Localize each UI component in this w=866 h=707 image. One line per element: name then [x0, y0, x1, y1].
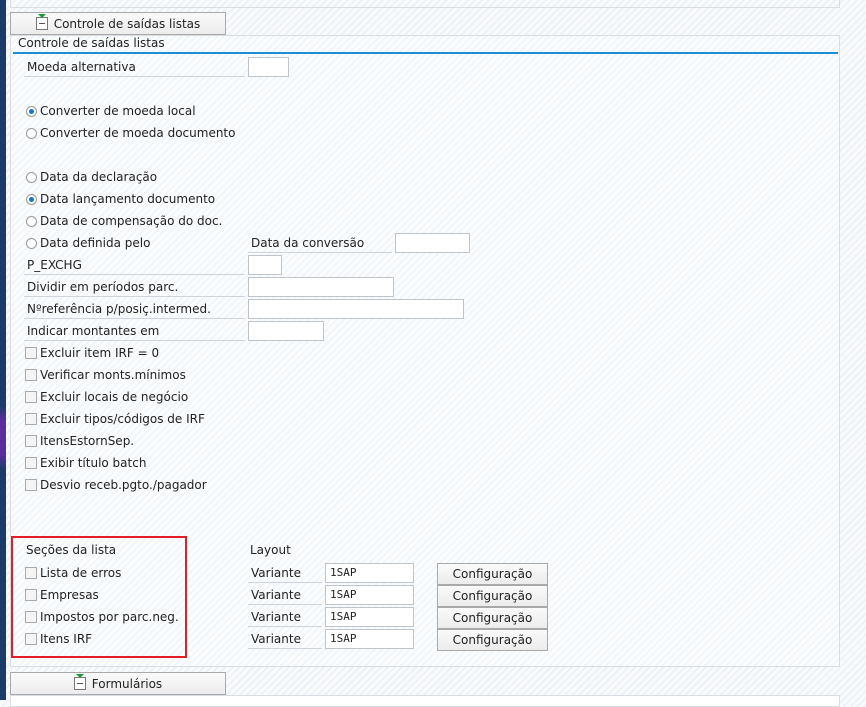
radio-icon [26, 127, 37, 139]
moeda-alternativa-input[interactable] [248, 57, 289, 77]
variante-input[interactable]: 1SAP [325, 585, 414, 605]
formularios-section-button[interactable]: Formulários [10, 672, 226, 695]
data-conversao-input[interactable] [395, 233, 470, 253]
radio-data-definida[interactable]: Data definida pelo [26, 234, 150, 252]
checkbox-exibir-titulo[interactable]: Exibir título batch [25, 454, 146, 472]
variante-label: Variante [248, 563, 322, 583]
configuracao-button[interactable]: Configuração [437, 585, 548, 607]
checkbox-empresas[interactable]: Empresas [25, 586, 99, 604]
checkbox-itens-irf[interactable]: Itens IRF [25, 630, 92, 648]
layout-title: Layout [250, 543, 291, 557]
radio-label: Data da declaração [40, 170, 158, 184]
variante-input[interactable]: 1SAP [325, 629, 414, 649]
checkbox-label: Excluir locais de negócio [40, 390, 189, 404]
dividir-periodos-label: Dividir em períodos parc. [24, 277, 245, 297]
controle-saidas-section-button[interactable]: Controle de saídas listas [10, 12, 226, 35]
radio-icon [26, 215, 37, 227]
checkbox-icon [25, 391, 37, 403]
panel-title-underline [13, 52, 838, 54]
p-exchg-input[interactable] [248, 255, 282, 275]
nreferencia-label: Nºreferência p/posiç.intermed. [24, 299, 245, 319]
checkbox-label: Lista de erros [40, 566, 122, 580]
panel-title: Controle de saídas listas [18, 36, 165, 50]
radio-label: Data de compensação do doc. [40, 214, 223, 228]
window-edge [0, 0, 6, 700]
checkbox-excluir-item-irf[interactable]: Excluir item IRF = 0 [25, 344, 159, 362]
checkbox-icon [25, 611, 37, 623]
section-toggle-icon [73, 674, 86, 690]
checkbox-excluir-tipos[interactable]: Excluir tipos/códigos de IRF [25, 410, 205, 428]
indicar-montantes-label: Indicar montantes em [24, 321, 245, 341]
radio-data-compensacao[interactable]: Data de compensação do doc. [26, 212, 222, 230]
checkbox-label: Excluir item IRF = 0 [40, 346, 160, 360]
checkbox-label: Excluir tipos/códigos de IRF [40, 412, 205, 426]
checkbox-icon [25, 589, 37, 601]
dividir-periodos-input[interactable] [248, 277, 394, 297]
variante-label: Variante [248, 629, 322, 649]
checkbox-excluir-locais[interactable]: Excluir locais de negócio [25, 388, 188, 406]
radio-label: Converter de moeda local [40, 104, 196, 118]
checkbox-icon [25, 567, 37, 579]
configuracao-button[interactable]: Configuração [437, 563, 548, 585]
radio-data-declaracao[interactable]: Data da declaração [26, 168, 157, 186]
checkbox-icon [25, 633, 37, 645]
radio-converter-moeda-documento[interactable]: Converter de moeda documento [26, 124, 235, 142]
radio-data-lancamento[interactable]: Data lançamento documento [26, 190, 215, 208]
checkbox-icon [25, 369, 37, 381]
variante-input[interactable]: 1SAP [325, 563, 414, 583]
variante-label: Variante [248, 607, 322, 627]
checkbox-impostos[interactable]: Impostos por parc.neg. [25, 608, 179, 626]
radio-icon [26, 193, 37, 205]
indicar-montantes-input[interactable] [248, 321, 324, 341]
previous-section-frame [10, 0, 840, 8]
checkbox-label: Exibir título batch [40, 456, 147, 470]
configuracao-button[interactable]: Configuração [437, 629, 548, 651]
data-conversao-label: Data da conversão [248, 233, 392, 253]
section-toggle-icon [35, 14, 48, 30]
checkbox-label: Itens IRF [40, 632, 93, 646]
section-button-label: Formulários [91, 676, 163, 691]
checkbox-lista-erros[interactable]: Lista de erros [25, 564, 121, 582]
checkbox-icon [25, 435, 37, 447]
nreferencia-input[interactable] [248, 299, 464, 319]
checkbox-icon [25, 479, 37, 491]
radio-label: Converter de moeda documento [40, 126, 236, 140]
checkbox-icon [25, 457, 37, 469]
moeda-alternativa-label: Moeda alternativa [24, 57, 245, 77]
variante-input[interactable]: 1SAP [325, 607, 414, 627]
formularios-panel [10, 695, 840, 707]
checkbox-label: ItensEstornSep. [40, 434, 135, 448]
checkbox-label: Verificar monts.mínimos [40, 368, 186, 382]
checkbox-verificar-monts[interactable]: Verificar monts.mínimos [25, 366, 186, 384]
checkbox-label: Desvio receb.pgto./pagador [40, 478, 207, 492]
radio-label: Data definida pelo [40, 236, 151, 250]
radio-icon [26, 237, 37, 249]
section-button-label: Controle de saídas listas [53, 16, 201, 31]
checkbox-itens-estorn[interactable]: ItensEstornSep. [25, 432, 134, 450]
checkbox-label: Impostos por parc.neg. [40, 610, 179, 624]
radio-converter-moeda-local[interactable]: Converter de moeda local [26, 102, 196, 120]
p-exchg-label: P_EXCHG [24, 255, 245, 275]
configuracao-button[interactable]: Configuração [437, 607, 548, 629]
secoes-lista-title: Seções da lista [26, 543, 117, 557]
checkbox-label: Empresas [40, 588, 99, 602]
checkbox-desvio-receb[interactable]: Desvio receb.pgto./pagador [25, 476, 207, 494]
variante-label: Variante [248, 585, 322, 605]
radio-icon [26, 105, 37, 117]
checkbox-icon [25, 347, 37, 359]
radio-icon [26, 171, 37, 183]
radio-label: Data lançamento documento [40, 192, 216, 206]
checkbox-icon [25, 413, 37, 425]
